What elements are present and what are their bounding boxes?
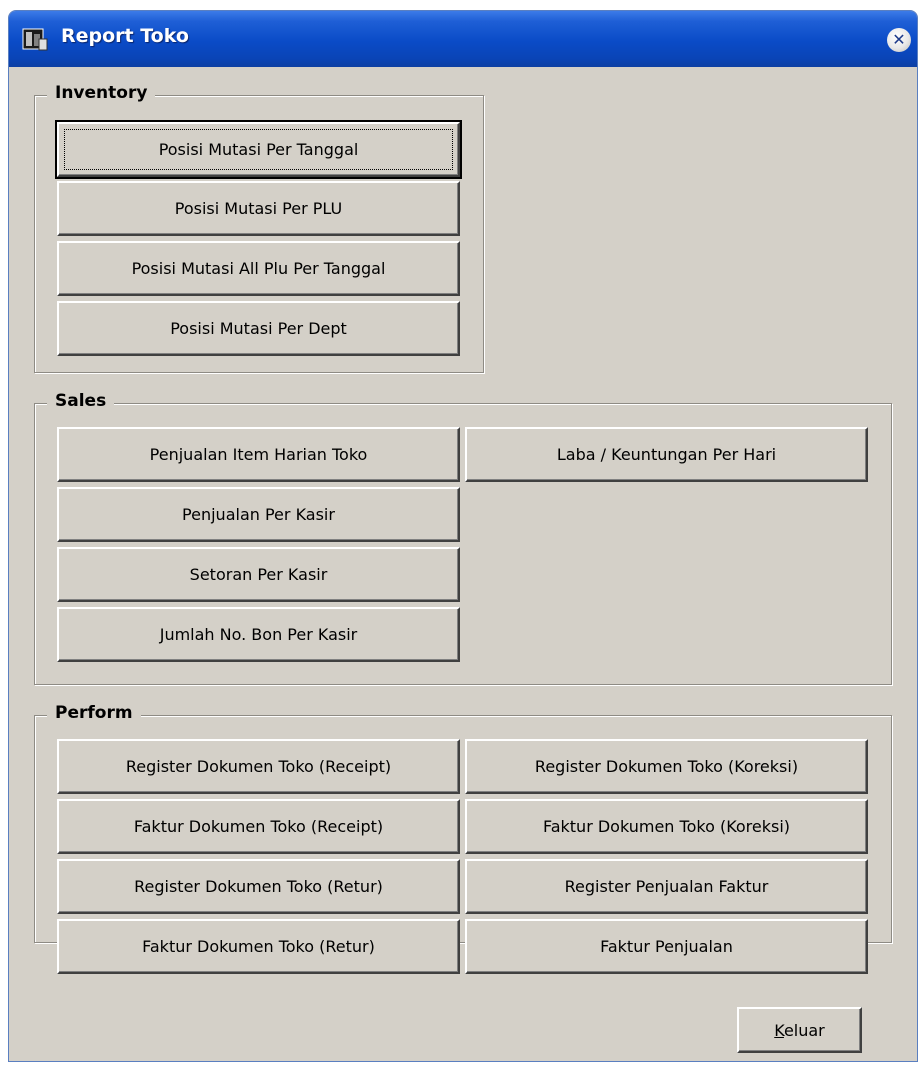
button-label-rest: eluar <box>783 1020 825 1040</box>
perform-legend: Perform <box>47 702 141 724</box>
button-label: Setoran Per Kasir <box>189 565 328 584</box>
register-dokumen-toko-receipt-button[interactable]: Register Dokumen Toko (Receipt) <box>57 739 460 794</box>
button-label: Register Dokumen Toko (Receipt) <box>125 757 392 776</box>
close-icon: ✕ <box>892 30 906 49</box>
jumlah-no-bon-per-kasir-button[interactable]: Jumlah No. Bon Per Kasir <box>57 607 460 662</box>
report-app-icon <box>22 28 48 51</box>
penjualan-per-kasir-button[interactable]: Penjualan Per Kasir <box>57 487 460 542</box>
button-label: Faktur Penjualan <box>600 937 733 956</box>
faktur-dokumen-toko-koreksi-button[interactable]: Faktur Dokumen Toko (Koreksi) <box>465 799 868 854</box>
mnemonic-letter: K <box>774 1020 784 1040</box>
keluar-button[interactable]: Keluar <box>737 1007 862 1053</box>
report-toko-window: Report Toko ✕ Inventory Posisi Mutasi Pe… <box>8 10 918 1062</box>
button-label: Penjualan Item Harian Toko <box>149 445 368 464</box>
sales-legend: Sales <box>47 390 115 412</box>
button-label: Laba / Keuntungan Per Hari <box>556 445 777 464</box>
button-label: Faktur Dokumen Toko (Retur) <box>142 937 375 956</box>
button-label: Jumlah No. Bon Per Kasir <box>159 625 358 644</box>
button-label: Posisi Mutasi Per Dept <box>170 319 347 338</box>
register-dokumen-toko-retur-button[interactable]: Register Dokumen Toko (Retur) <box>57 859 460 914</box>
button-label: Register Dokumen Toko (Retur) <box>134 877 383 896</box>
register-penjualan-faktur-button[interactable]: Register Penjualan Faktur <box>465 859 868 914</box>
posisi-mutasi-all-plu-per-tanggal-button[interactable]: Posisi Mutasi All Plu Per Tanggal <box>57 241 460 296</box>
inventory-legend: Inventory <box>47 82 156 104</box>
faktur-penjualan-button[interactable]: Faktur Penjualan <box>465 919 868 974</box>
button-label: Penjualan Per Kasir <box>182 505 335 524</box>
posisi-mutasi-per-plu-button[interactable]: Posisi Mutasi Per PLU <box>57 181 460 236</box>
posisi-mutasi-per-dept-button[interactable]: Posisi Mutasi Per Dept <box>57 301 460 356</box>
button-label: Faktur Dokumen Toko (Koreksi) <box>542 817 791 836</box>
button-label: Keluar <box>774 1021 825 1040</box>
button-label: Register Dokumen Toko (Koreksi) <box>534 757 799 776</box>
setoran-per-kasir-button[interactable]: Setoran Per Kasir <box>57 547 460 602</box>
button-label: Posisi Mutasi Per Tanggal <box>158 140 359 159</box>
penjualan-item-harian-toko-button[interactable]: Penjualan Item Harian Toko <box>57 427 460 482</box>
title-bar[interactable]: Report Toko ✕ <box>9 11 917 67</box>
button-label: Posisi Mutasi Per PLU <box>174 199 343 218</box>
register-dokumen-toko-koreksi-button[interactable]: Register Dokumen Toko (Koreksi) <box>465 739 868 794</box>
button-label: Faktur Dokumen Toko (Receipt) <box>133 817 384 836</box>
posisi-mutasi-per-tanggal-button[interactable]: Posisi Mutasi Per Tanggal <box>55 120 462 179</box>
laba-keuntungan-per-hari-button[interactable]: Laba / Keuntungan Per Hari <box>465 427 868 482</box>
faktur-dokumen-toko-receipt-button[interactable]: Faktur Dokumen Toko (Receipt) <box>57 799 460 854</box>
close-button[interactable]: ✕ <box>887 28 911 52</box>
faktur-dokumen-toko-retur-button[interactable]: Faktur Dokumen Toko (Retur) <box>57 919 460 974</box>
window-title: Report Toko <box>61 25 189 47</box>
button-label: Register Penjualan Faktur <box>564 877 769 896</box>
button-label: Posisi Mutasi All Plu Per Tanggal <box>131 259 386 278</box>
